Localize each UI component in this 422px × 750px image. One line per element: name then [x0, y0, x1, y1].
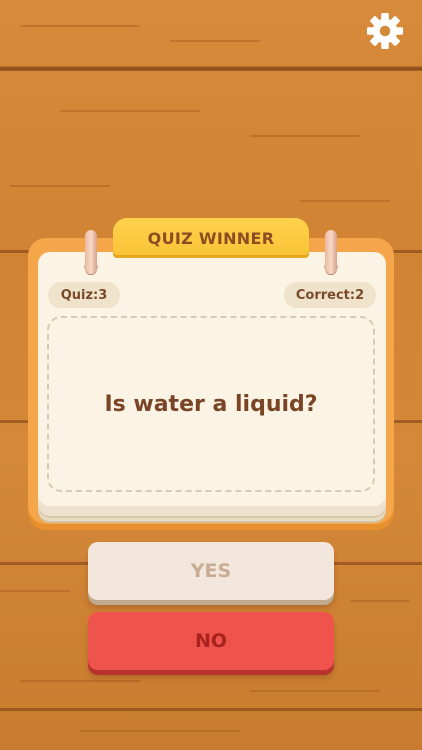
- settings-button[interactable]: [366, 12, 404, 50]
- no-button[interactable]: NO: [88, 612, 334, 670]
- wood-grain: [350, 600, 410, 602]
- wood-grain: [250, 135, 360, 137]
- yes-button[interactable]: YES: [88, 542, 334, 600]
- question-text: Is water a liquid?: [104, 391, 318, 417]
- question-box: Is water a liquid?: [47, 316, 375, 492]
- binder-ring-right: [325, 230, 337, 274]
- title-tab: QUIZ WINNER: [113, 218, 309, 258]
- wood-grain: [170, 40, 260, 42]
- wood-grain: [0, 590, 70, 592]
- quiz-title: QUIZ WINNER: [147, 228, 275, 248]
- game-screen: { "header": { "settings_icon": "gear-ico…: [0, 0, 422, 750]
- wood-grain: [80, 730, 240, 732]
- wood-grain: [250, 690, 380, 692]
- wood-grain: [60, 110, 200, 112]
- correct-count-badge: Correct:2: [284, 282, 376, 308]
- binder-ring-left: [85, 230, 97, 274]
- wood-grain: [20, 25, 140, 27]
- wood-grain: [10, 185, 110, 187]
- gear-icon: [366, 12, 404, 50]
- wood-plank-divider: [0, 68, 422, 71]
- wood-grain: [300, 200, 390, 202]
- wood-plank-divider: [0, 708, 422, 711]
- wood-grain: [20, 680, 140, 682]
- quiz-number-badge: Quiz:3: [48, 282, 120, 308]
